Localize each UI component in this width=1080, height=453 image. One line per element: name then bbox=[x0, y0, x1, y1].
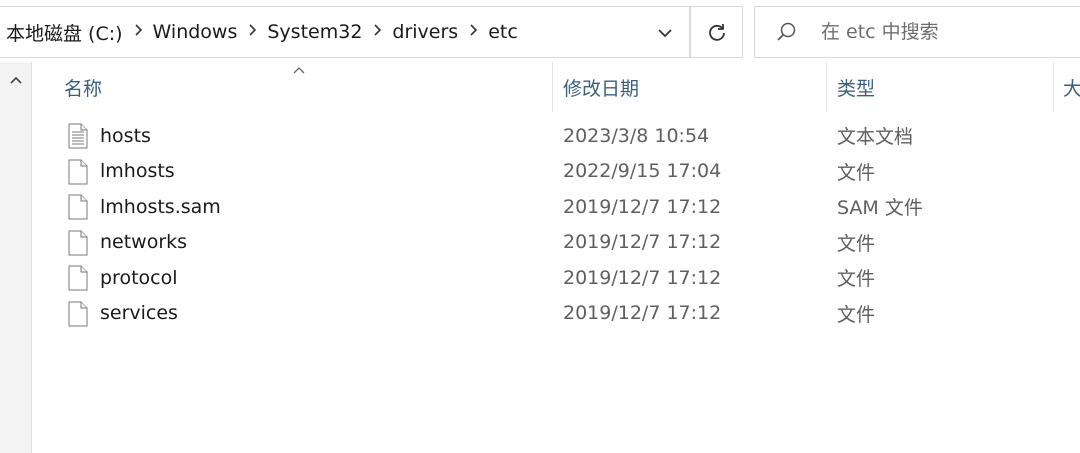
breadcrumb-drive[interactable]: 本地磁盘 (C:) bbox=[4, 19, 125, 46]
file-name: protocol bbox=[100, 266, 178, 289]
file-date: 2022/9/15 17:04 bbox=[563, 160, 722, 183]
file-type: 文本文档 bbox=[837, 126, 914, 149]
chevron-right-icon[interactable] bbox=[239, 23, 265, 41]
file-name: services bbox=[100, 302, 178, 325]
search-icon bbox=[775, 21, 815, 43]
column-header-name[interactable]: 名称 bbox=[64, 62, 102, 112]
file-row-protocol[interactable]: protocol 2019/12/7 17:12 文件 bbox=[32, 260, 1080, 296]
file-name: lmhosts.sam bbox=[100, 195, 221, 218]
chevron-right-icon[interactable] bbox=[460, 23, 486, 41]
text-file-icon bbox=[68, 123, 88, 149]
file-list: hosts 2023/3/8 10:54 文本文档 lmhosts 2022/9… bbox=[32, 118, 1080, 331]
column-header-size[interactable]: 大 bbox=[1063, 62, 1080, 112]
address-bar[interactable]: 本地磁盘 (C:) Windows System32 drivers etc bbox=[0, 6, 690, 58]
chevron-right-icon[interactable] bbox=[125, 23, 151, 41]
file-type: 文件 bbox=[837, 268, 876, 291]
file-date: 2019/12/7 17:12 bbox=[563, 266, 722, 289]
breadcrumb-system32[interactable]: System32 bbox=[265, 21, 364, 43]
sort-ascending-icon bbox=[292, 60, 306, 79]
file-icon bbox=[68, 265, 88, 291]
breadcrumb-etc[interactable]: etc bbox=[486, 21, 520, 43]
toolbar: 本地磁盘 (C:) Windows System32 drivers etc bbox=[0, 0, 1080, 62]
column-divider[interactable] bbox=[826, 62, 827, 112]
file-icon bbox=[68, 301, 88, 327]
navigation-pane bbox=[0, 62, 32, 453]
file-row-lmhosts[interactable]: lmhosts 2022/9/15 17:04 文件 bbox=[32, 154, 1080, 190]
file-date: 2019/12/7 17:12 bbox=[563, 302, 722, 325]
file-icon bbox=[68, 230, 88, 256]
breadcrumb-drivers[interactable]: drivers bbox=[390, 21, 460, 43]
chevron-down-icon[interactable] bbox=[650, 17, 680, 49]
refresh-icon bbox=[708, 24, 725, 41]
search-input[interactable] bbox=[821, 21, 1061, 43]
file-name: lmhosts bbox=[100, 160, 175, 183]
file-type: SAM 文件 bbox=[837, 197, 923, 220]
chevron-right-icon[interactable] bbox=[364, 23, 390, 41]
file-name: networks bbox=[100, 231, 188, 254]
scroll-up-icon[interactable] bbox=[0, 68, 32, 92]
file-row-services[interactable]: services 2019/12/7 17:12 文件 bbox=[32, 296, 1080, 332]
column-header: 名称 修改日期 类型 大 bbox=[32, 62, 1080, 112]
file-date: 2019/12/7 17:12 bbox=[563, 231, 722, 254]
file-icon bbox=[68, 194, 88, 220]
column-divider[interactable] bbox=[552, 62, 553, 112]
file-type: 文件 bbox=[837, 161, 876, 184]
file-row-hosts[interactable]: hosts 2023/3/8 10:54 文本文档 bbox=[32, 118, 1080, 154]
breadcrumb: 本地磁盘 (C:) Windows System32 drivers etc bbox=[0, 7, 520, 57]
file-row-networks[interactable]: networks 2019/12/7 17:12 文件 bbox=[32, 225, 1080, 261]
file-row-lmhosts-sam[interactable]: lmhosts.sam 2019/12/7 17:12 SAM 文件 bbox=[32, 189, 1080, 225]
column-header-type[interactable]: 类型 bbox=[837, 62, 875, 112]
file-icon bbox=[68, 159, 88, 185]
search-box[interactable] bbox=[754, 6, 1080, 58]
file-date: 2019/12/7 17:12 bbox=[563, 195, 722, 218]
file-date: 2023/3/8 10:54 bbox=[563, 124, 710, 147]
file-name: hosts bbox=[100, 124, 151, 147]
column-header-date[interactable]: 修改日期 bbox=[563, 62, 639, 112]
column-divider[interactable] bbox=[1053, 62, 1054, 112]
file-type: 文件 bbox=[837, 232, 876, 255]
file-type: 文件 bbox=[837, 303, 876, 326]
breadcrumb-windows[interactable]: Windows bbox=[151, 21, 240, 43]
refresh-button[interactable] bbox=[690, 6, 743, 58]
